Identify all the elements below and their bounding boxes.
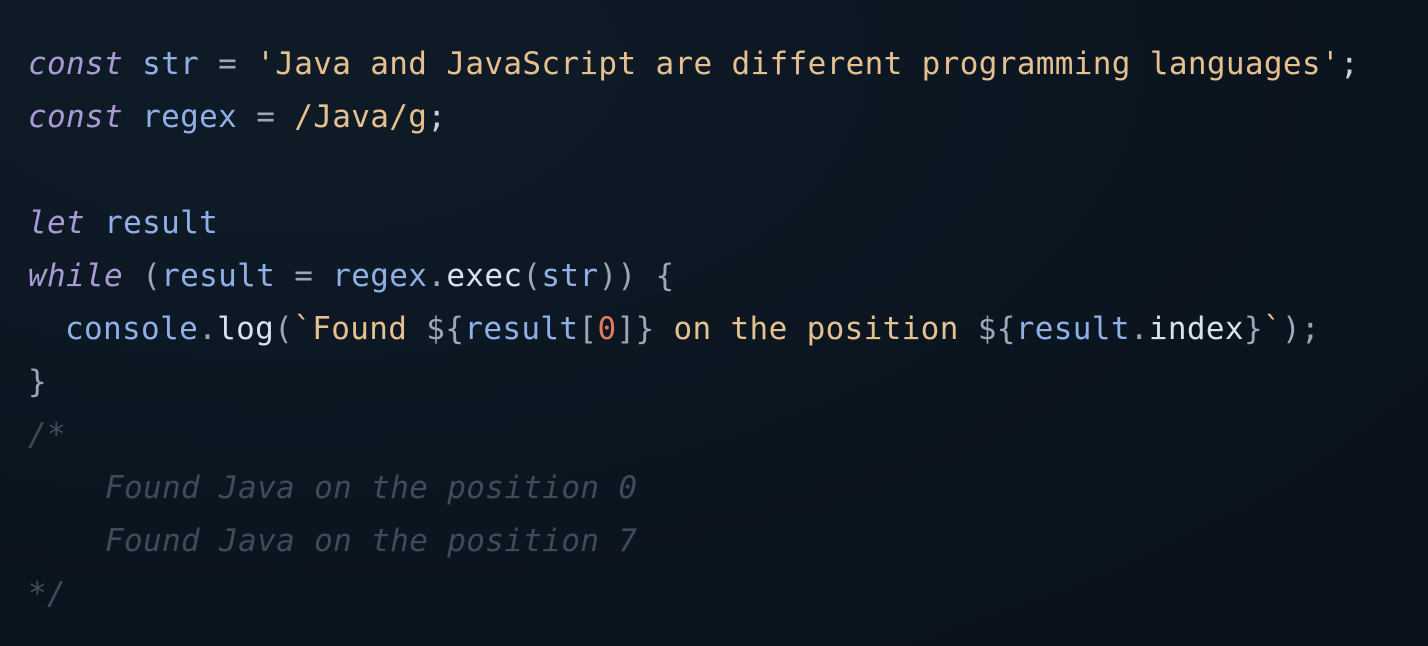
- comment-output-line-2: Found Java on the position 7: [105, 523, 638, 559]
- comment-close: */: [28, 576, 67, 612]
- identifier: console: [65, 311, 199, 347]
- string-literal: 'Java and JavaScript are different progr…: [256, 46, 1340, 82]
- paren-close: );: [1281, 311, 1320, 347]
- method-name: log: [217, 311, 275, 347]
- keyword: const: [28, 99, 124, 135]
- identifier: result: [464, 311, 579, 347]
- operator: =: [256, 99, 276, 135]
- code-editor: const str = 'Java and JavaScript are dif…: [0, 0, 1428, 646]
- bracket-open: [: [578, 311, 598, 347]
- code-line-2: const regex = /Java/g;: [28, 91, 1428, 144]
- operator: =: [218, 46, 238, 82]
- code-line-4: while (result = regex.exec(str)) {: [28, 250, 1428, 303]
- template-string: `Found: [293, 311, 427, 347]
- paren-open: (: [142, 258, 162, 294]
- number-literal: 0: [597, 311, 617, 347]
- template-string: on the position: [654, 311, 978, 347]
- semicolon: ;: [427, 99, 447, 135]
- regex-literal: /Java/g: [294, 99, 428, 135]
- keyword: let: [28, 205, 86, 241]
- operator: =: [294, 258, 314, 294]
- code-line-6: }: [28, 356, 1428, 409]
- interpolation-open: ${: [426, 311, 465, 347]
- method-name: exec: [446, 258, 523, 294]
- brace-close: }: [28, 364, 48, 400]
- interpolation-open: ${: [977, 311, 1016, 347]
- identifier: str: [142, 46, 200, 82]
- brace-open: {: [655, 258, 675, 294]
- keyword: while: [28, 258, 124, 294]
- keyword: const: [28, 46, 124, 82]
- property-name: index: [1148, 311, 1244, 347]
- identifier: regex: [332, 258, 428, 294]
- identifier: result: [1015, 311, 1130, 347]
- comment-open: /*: [28, 417, 67, 453]
- dot: .: [427, 258, 447, 294]
- paren-close: )): [598, 258, 637, 294]
- paren-open: (: [274, 311, 294, 347]
- code-line-1: const str = 'Java and JavaScript are dif…: [28, 38, 1428, 91]
- identifier: result: [161, 258, 276, 294]
- code-line-5: console.log(`Found ${result[0]} on the p…: [28, 303, 1428, 356]
- bracket-close: ]: [616, 311, 636, 347]
- comment-output-line-1: Found Java on the position 0: [105, 470, 638, 506]
- interpolation-close: }: [635, 311, 655, 347]
- paren-open: (: [522, 258, 542, 294]
- dot: .: [1129, 311, 1149, 347]
- identifier: regex: [142, 99, 238, 135]
- identifier: result: [104, 205, 219, 241]
- interpolation-close: }: [1243, 311, 1263, 347]
- identifier: str: [541, 258, 599, 294]
- dot: .: [198, 311, 218, 347]
- code-line-3: let result: [28, 197, 1428, 250]
- semicolon: ;: [1339, 46, 1359, 82]
- template-string: `: [1262, 311, 1282, 347]
